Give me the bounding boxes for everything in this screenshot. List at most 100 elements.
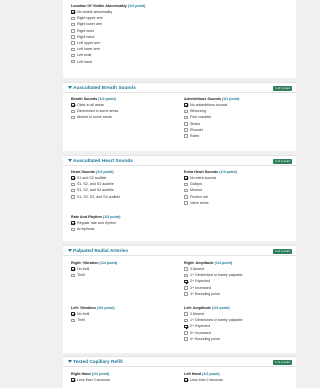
checkbox-checked-icon[interactable] [71, 267, 75, 271]
checkbox-unchecked-icon[interactable] [184, 201, 188, 205]
group-points: (1/4 point) [214, 261, 233, 265]
group-adventitious-sounds: Adventitious Sounds (1/2 point) No advent… [184, 96, 240, 139]
score-badge: 1 of 1 point [273, 86, 292, 91]
checkbox-unchecked-icon[interactable] [184, 121, 188, 126]
checkbox-unchecked-icon[interactable] [71, 22, 75, 27]
group-label-text: Right Hand [71, 372, 91, 376]
checkbox-unchecked-icon[interactable] [184, 267, 188, 271]
group-left-hand: Left Hand (1/2 point) Less than 2 seconds [184, 371, 223, 383]
checkbox-unchecked-icon[interactable] [71, 182, 75, 187]
group-label-text: Right: Vibration [71, 261, 99, 265]
checkbox-unchecked-icon[interactable] [71, 227, 75, 232]
checkbox-label: Right upper arm [77, 16, 103, 21]
checkbox-checked-icon[interactable] [184, 103, 188, 107]
checkbox-unchecked-icon[interactable] [71, 273, 75, 278]
checkbox-unchecked-icon[interactable] [71, 41, 75, 45]
checkbox-checked-icon[interactable] [71, 378, 75, 382]
checkbox-option[interactable]: S1, S2, S3, and S4 audible [71, 194, 120, 200]
checkbox-label: Diminished in some areas [77, 109, 119, 114]
checkbox-option[interactable]: Thrill [71, 272, 117, 278]
checkbox-checked-icon[interactable] [71, 221, 75, 225]
checkbox-unchecked-icon[interactable] [71, 16, 75, 21]
checkbox-option[interactable]: Less than 2 seconds [184, 377, 223, 383]
group-rate-and-rhythm: Rate And Rhythm (1/3 point) Regular rate … [71, 214, 120, 232]
checkbox-checked-icon[interactable] [71, 176, 75, 180]
section-header-capillary-refill[interactable]: Tested Capillary Refill 1 of 1 point [63, 356, 296, 367]
checkbox-label: Thrill [77, 318, 85, 323]
checkbox-unchecked-icon[interactable] [71, 115, 75, 120]
checkbox-label: Right wrist [77, 28, 94, 33]
checkbox-unchecked-icon[interactable] [184, 312, 188, 316]
group-points: (1/3 point) [102, 215, 121, 219]
checkbox-unchecked-icon[interactable] [71, 318, 75, 323]
checkbox-unchecked-icon[interactable] [184, 330, 188, 335]
checkbox-unchecked-icon[interactable] [184, 109, 188, 114]
checkbox-unchecked-icon[interactable] [71, 59, 75, 64]
section-header-heart-sounds[interactable]: Auscultated Heart Sounds 1 of 1 point [63, 155, 296, 166]
checkbox-label: Rales [190, 133, 200, 138]
checkbox-label: Absent in some areas [77, 115, 112, 120]
group-points: (1/3 point) [127, 4, 146, 8]
checkbox-label: Friction rub [190, 194, 208, 199]
collapse-triangle-icon[interactable] [68, 86, 72, 89]
checkbox-option[interactable]: Valve clicks [184, 200, 237, 206]
checkbox-checked-icon[interactable] [184, 279, 188, 284]
checkbox-label: 1+ Diminished or barely palpable [190, 318, 243, 323]
checkbox-unchecked-icon[interactable] [184, 292, 188, 296]
section-header-radial-arteries[interactable]: Palpated Radial Arteries 1 of 1 point [63, 245, 296, 256]
checkbox-label: 0 Absent [190, 312, 204, 316]
checkbox-unchecked-icon[interactable] [71, 28, 75, 33]
section-header-breath-sounds[interactable]: Auscultated Breath Sounds 1 of 1 point [63, 82, 296, 93]
checkbox-unchecked-icon[interactable] [184, 115, 188, 120]
checkbox-unchecked-icon[interactable] [184, 337, 188, 341]
checkbox-unchecked-icon[interactable] [184, 318, 188, 323]
group-label-text: Rate And Rhythm [71, 215, 102, 219]
checkbox-checked-icon[interactable] [71, 10, 75, 14]
checkbox-label: No extra sounds [190, 176, 217, 180]
checkbox-label: S1, S2, and S3 audible [77, 182, 114, 187]
checkbox-label: No thrill [77, 267, 90, 271]
checkbox-checked-icon[interactable] [71, 103, 75, 107]
checkbox-checked-icon[interactable] [184, 176, 188, 180]
group-left-amplitude: Left: Amplitude (1/4 point) 0 Absent 1+ Di… [184, 305, 242, 342]
checkbox-checked-icon[interactable] [184, 324, 188, 329]
checkbox-unchecked-icon[interactable] [184, 273, 188, 278]
group-label-text: Left: Amplitude [184, 306, 211, 310]
checkbox-checked-icon[interactable] [71, 312, 75, 316]
checkbox-option[interactable]: Arrhythmia [71, 226, 120, 232]
group-label-text: Extra Heart Sounds [184, 170, 219, 174]
checkbox-unchecked-icon[interactable] [184, 182, 188, 187]
checkbox-option[interactable]: Absent in some areas [71, 114, 118, 120]
collapse-triangle-icon[interactable] [68, 360, 72, 363]
checkbox-checked-icon[interactable] [184, 378, 188, 382]
checkbox-label: S1 and S2 audible [77, 176, 107, 180]
group-label-text: Left Hand [184, 372, 202, 376]
checkbox-option[interactable]: Left hand [71, 59, 145, 65]
checkbox-label: No visible abnormality [77, 10, 113, 14]
checkbox-unchecked-icon[interactable] [184, 134, 188, 138]
section-title: Auscultated Breath Sounds [73, 85, 136, 91]
checkbox-label: Less than 2 seconds [77, 378, 110, 382]
checkbox-option[interactable]: Less than 2 seconds [71, 377, 110, 383]
checkbox-label: Fine crackles [190, 115, 212, 120]
checkbox-unchecked-icon[interactable] [71, 194, 75, 199]
collapse-triangle-icon[interactable] [68, 159, 72, 162]
section-title: Tested Capillary Refill [73, 359, 123, 365]
checkbox-option[interactable]: Rales [184, 133, 240, 139]
checkbox-option[interactable]: 4+ Bounding pulse [184, 336, 242, 342]
checkbox-label: Clear in all areas [77, 103, 104, 107]
checkbox-unchecked-icon[interactable] [71, 109, 75, 114]
checkbox-option[interactable]: Thrill [71, 317, 115, 323]
checkbox-option[interactable]: 4+ Bounding pulse [184, 291, 242, 297]
checkbox-unchecked-icon[interactable] [71, 47, 75, 52]
collapse-triangle-icon[interactable] [68, 249, 72, 252]
checkbox-unchecked-icon[interactable] [71, 53, 75, 58]
checkbox-unchecked-icon[interactable] [184, 188, 188, 193]
checkbox-unchecked-icon[interactable] [184, 128, 188, 132]
group-points: (1/4 point) [96, 306, 115, 310]
checkbox-unchecked-icon[interactable] [184, 194, 188, 199]
checkbox-unchecked-icon[interactable] [71, 188, 75, 193]
checkbox-unchecked-icon[interactable] [71, 35, 75, 39]
group-right-amplitude: Right: Amplitude (1/4 point) 0 Absent 1+ D… [184, 260, 242, 297]
checkbox-unchecked-icon[interactable] [184, 285, 188, 290]
